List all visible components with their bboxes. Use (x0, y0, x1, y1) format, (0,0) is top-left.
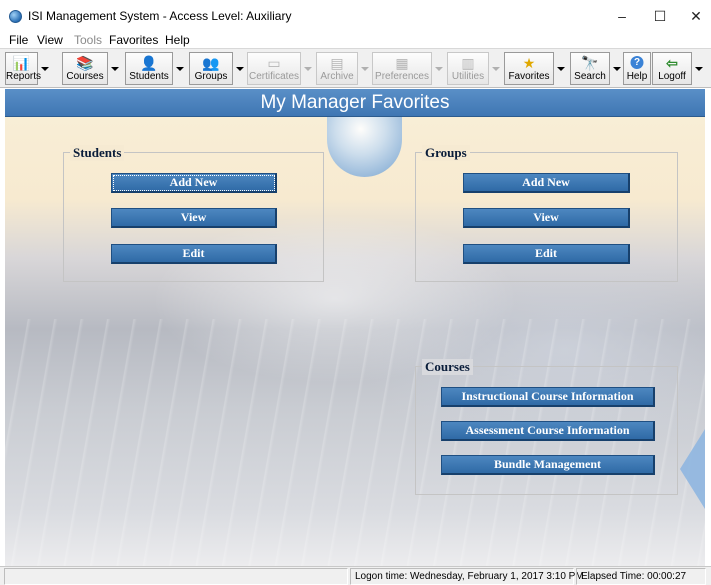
favorites-star-icon: ★ (522, 55, 536, 71)
toolbar-courses-label: Courses (66, 71, 104, 82)
courses-group: Courses Instructional Course Information… (415, 359, 678, 495)
favorites-dropdown-arrow[interactable] (554, 52, 567, 85)
groups-edit-button[interactable]: Edit (463, 244, 630, 264)
groups-view-button[interactable]: View (463, 208, 630, 228)
archive-icon: ▤ (330, 55, 344, 71)
logoff-dropdown-arrow[interactable] (692, 52, 705, 85)
menu-bar: File View Tools Favorites Help (0, 32, 711, 48)
menu-favorites[interactable]: Favorites (109, 33, 158, 47)
reports-icon: 📊 (12, 55, 31, 71)
logon-time-status: Logon time: Wednesday, February 1, 2017 … (350, 568, 584, 585)
toolbar-help-label: Help (626, 71, 648, 82)
students-view-button[interactable]: View (111, 208, 277, 228)
students-group-title: Students (70, 145, 125, 161)
window-title: ISI Management System - Access Level: Au… (28, 9, 292, 23)
preferences-dropdown-arrow[interactable] (432, 52, 445, 85)
toolbar-groups-label: Groups (194, 71, 228, 82)
toolbar-preferences-label: Preferences (375, 71, 429, 82)
groups-group-title: Groups (422, 145, 470, 161)
toolbar-logoff-label: Logoff (658, 71, 686, 82)
app-globe-icon (9, 10, 22, 23)
toolbar-courses-button[interactable]: 📚 Courses (62, 52, 108, 85)
courses-dropdown-arrow[interactable] (108, 52, 121, 85)
students-icon: 👤 (140, 55, 158, 71)
search-dropdown-arrow[interactable] (610, 52, 623, 85)
binoculars-icon: 🔭 (581, 55, 599, 71)
reports-dropdown-arrow[interactable] (38, 52, 51, 85)
assessment-course-information-button[interactable]: Assessment Course Information (441, 421, 655, 441)
utilities-dropdown-arrow[interactable] (489, 52, 502, 85)
favorites-panel: My Manager Favorites Students Add New Vi… (5, 89, 705, 566)
menu-view[interactable]: View (37, 33, 63, 47)
title-bar: ISI Management System - Access Level: Au… (0, 0, 711, 32)
toolbar-search-label: Search (574, 71, 606, 82)
toolbar-search-button[interactable]: 🔭 Search (570, 52, 610, 85)
toolbar-archive-button[interactable]: ▤ Archive (316, 52, 358, 85)
toolbar-reports-button[interactable]: 📊 Reports (5, 52, 42, 85)
utilities-icon: ▥ (461, 55, 475, 71)
courses-group-title: Courses (422, 359, 473, 375)
archive-dropdown-arrow[interactable] (358, 52, 371, 85)
menu-help[interactable]: Help (165, 33, 190, 47)
groups-add-new-button[interactable]: Add New (463, 173, 630, 193)
status-empty-cell (4, 568, 348, 585)
toolbar-groups-button[interactable]: 👥 Groups (189, 52, 233, 85)
status-bar: Logon time: Wednesday, February 1, 2017 … (0, 566, 711, 585)
elapsed-time-status: Elapsed Time: 00:00:27 (576, 568, 706, 585)
students-dropdown-arrow[interactable] (173, 52, 186, 85)
panel-header: My Manager Favorites (5, 89, 705, 117)
toolbar-certificates-button[interactable]: ▭ Certificates (247, 52, 301, 85)
toolbar-reports-label: Reports (6, 71, 42, 82)
help-icon: ? (630, 56, 644, 69)
menu-tools[interactable]: Tools (74, 33, 102, 47)
groups-group: Groups Add New View Edit (415, 145, 678, 282)
toolbar: 📊 Reports 📚 Courses 👤 Students 👥 Groups … (0, 48, 711, 88)
toolbar-favorites-button[interactable]: ★ Favorites (504, 52, 554, 85)
toolbar-preferences-button[interactable]: ▦ Preferences (372, 52, 432, 85)
preferences-icon: ▦ (395, 55, 409, 71)
certificates-dropdown-arrow[interactable] (301, 52, 314, 85)
toolbar-utilities-label: Utilities (451, 71, 485, 82)
toolbar-archive-label: Archive (320, 71, 354, 82)
minimize-button[interactable]: – (602, 4, 642, 28)
logoff-icon: ⇦ (666, 55, 678, 71)
toolbar-students-button[interactable]: 👤 Students (125, 52, 173, 85)
groups-dropdown-arrow[interactable] (233, 52, 246, 85)
instructional-course-information-button[interactable]: Instructional Course Information (441, 387, 655, 407)
students-group: Students Add New View Edit (63, 145, 324, 282)
toolbar-help-button[interactable]: ? Help (623, 52, 651, 85)
groups-icon: 👥 (202, 55, 220, 71)
toolbar-utilities-button[interactable]: ▥ Utilities (447, 52, 489, 85)
toolbar-favorites-label: Favorites (508, 71, 550, 82)
close-button[interactable]: ✕ (676, 4, 711, 28)
globe-background-image (327, 117, 402, 177)
certificates-icon: ▭ (267, 55, 281, 71)
pointer-arrow-icon (680, 429, 705, 509)
maximize-button[interactable]: ☐ (640, 4, 680, 28)
toolbar-certificates-label: Certificates (248, 71, 299, 82)
courses-icon: 📚 (76, 55, 94, 71)
bundle-management-button[interactable]: Bundle Management (441, 455, 655, 475)
students-edit-button[interactable]: Edit (111, 244, 277, 264)
toolbar-students-label: Students (129, 71, 169, 82)
toolbar-logoff-button[interactable]: ⇦ Logoff (652, 52, 692, 85)
page-title: My Manager Favorites (260, 92, 450, 113)
students-add-new-button[interactable]: Add New (111, 173, 277, 193)
menu-file[interactable]: File (9, 33, 28, 47)
